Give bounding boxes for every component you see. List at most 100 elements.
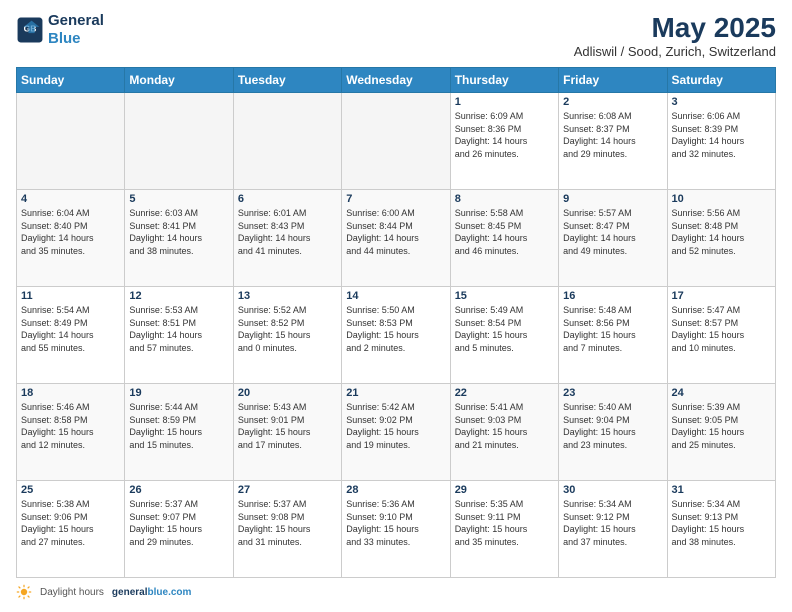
day-info: Sunrise: 5:58 AM Sunset: 8:45 PM Dayligh…: [455, 207, 554, 257]
day-info: Sunrise: 6:08 AM Sunset: 8:37 PM Dayligh…: [563, 110, 662, 160]
day-number: 6: [238, 193, 337, 205]
day-cell: 13Sunrise: 5:52 AM Sunset: 8:52 PM Dayli…: [233, 287, 341, 384]
day-number: 26: [129, 484, 228, 496]
sun-icon: [16, 584, 32, 600]
day-number: 29: [455, 484, 554, 496]
day-info: Sunrise: 5:37 AM Sunset: 9:08 PM Dayligh…: [238, 498, 337, 548]
week-row-4: 18 Sunrise: 5:46 AM Sunset: 8:58 PM Dayli…: [17, 384, 776, 481]
col-header-tuesday: Tuesday: [233, 68, 341, 93]
day-info: Sunrise: 5:42 AM Sunset: 9:02 PM Dayligh…: [346, 401, 445, 451]
day-number: 20: [238, 387, 337, 399]
logo: GB General Blue: [16, 12, 104, 48]
day-cell: 21 Sunrise: 5:42 AM Sunset: 9:02 PM Dayli…: [342, 384, 450, 481]
day-info: Sunrise: 5:46 AM Sunset: 8:58 PM Dayligh…: [21, 401, 120, 451]
day-number: 2: [563, 96, 662, 108]
day-cell: 3Sunrise: 6:06 AM Sunset: 8:39 PM Daylig…: [667, 93, 775, 190]
day-info: Sunrise: 5:56 AM Sunset: 8:48 PM Dayligh…: [672, 207, 771, 257]
day-info: Sunrise: 5:36 AM Sunset: 9:10 PM Dayligh…: [346, 498, 445, 548]
day-number: 16: [563, 290, 662, 302]
week-row-2: 4Sunrise: 6:04 AM Sunset: 8:40 PM Daylig…: [17, 190, 776, 287]
day-info: Sunrise: 5:57 AM Sunset: 8:47 PM Dayligh…: [563, 207, 662, 257]
title-block: May 2025 Adliswil / Sood, Zurich, Switze…: [574, 12, 776, 59]
day-cell: [342, 93, 450, 190]
day-info: Sunrise: 5:34 AM Sunset: 9:13 PM Dayligh…: [672, 498, 771, 548]
day-cell: 17 Sunrise: 5:47 AM Sunset: 8:57 PM Dayli…: [667, 287, 775, 384]
day-number: 17: [672, 290, 771, 302]
day-info: Sunrise: 6:01 AM Sunset: 8:43 PM Dayligh…: [238, 207, 337, 257]
day-info: Sunrise: 5:44 AM Sunset: 8:59 PM Dayligh…: [129, 401, 228, 451]
col-header-thursday: Thursday: [450, 68, 558, 93]
day-number: 31: [672, 484, 771, 496]
day-info: Sunrise: 5:50 AM Sunset: 8:53 PM Dayligh…: [346, 304, 445, 354]
day-number: 23: [563, 387, 662, 399]
day-number: 10: [672, 193, 771, 205]
location-subtitle: Adliswil / Sood, Zurich, Switzerland: [574, 44, 776, 59]
day-cell: 10 Sunrise: 5:56 AM Sunset: 8:48 PM Dayli…: [667, 190, 775, 287]
day-cell: 23 Sunrise: 5:40 AM Sunset: 9:04 PM Dayli…: [559, 384, 667, 481]
day-cell: 5 Sunrise: 6:03 AM Sunset: 8:41 PM Daylig…: [125, 190, 233, 287]
day-number: 8: [455, 193, 554, 205]
day-cell: 29Sunrise: 5:35 AM Sunset: 9:11 PM Dayli…: [450, 481, 558, 578]
day-info: Sunrise: 6:03 AM Sunset: 8:41 PM Dayligh…: [129, 207, 228, 257]
day-cell: 27Sunrise: 5:37 AM Sunset: 9:08 PM Dayli…: [233, 481, 341, 578]
day-cell: 20 Sunrise: 5:43 AM Sunset: 9:01 PM Dayli…: [233, 384, 341, 481]
day-info: Sunrise: 5:38 AM Sunset: 9:06 PM Dayligh…: [21, 498, 120, 548]
day-cell: 9 Sunrise: 5:57 AM Sunset: 8:47 PM Daylig…: [559, 190, 667, 287]
day-number: 5: [129, 193, 228, 205]
week-row-1: 1Sunrise: 6:09 AM Sunset: 8:36 PM Daylig…: [17, 93, 776, 190]
day-cell: 31 Sunrise: 5:34 AM Sunset: 9:13 PM Dayli…: [667, 481, 775, 578]
day-number: 15: [455, 290, 554, 302]
day-cell: 12 Sunrise: 5:53 AM Sunset: 8:51 PM Dayli…: [125, 287, 233, 384]
day-number: 28: [346, 484, 445, 496]
day-info: Sunrise: 6:00 AM Sunset: 8:44 PM Dayligh…: [346, 207, 445, 257]
logo-icon: GB: [16, 16, 44, 44]
day-info: Sunrise: 5:49 AM Sunset: 8:54 PM Dayligh…: [455, 304, 554, 354]
day-number: 25: [21, 484, 120, 496]
day-cell: 4Sunrise: 6:04 AM Sunset: 8:40 PM Daylig…: [17, 190, 125, 287]
day-cell: 28 Sunrise: 5:36 AM Sunset: 9:10 PM Dayli…: [342, 481, 450, 578]
calendar-header: SundayMondayTuesdayWednesdayThursdayFrid…: [17, 68, 776, 93]
day-number: 19: [129, 387, 228, 399]
day-cell: 2 Sunrise: 6:08 AM Sunset: 8:37 PM Daylig…: [559, 93, 667, 190]
footer: Daylight hours generalblue.com: [16, 584, 776, 600]
col-header-saturday: Saturday: [667, 68, 775, 93]
day-info: Sunrise: 5:43 AM Sunset: 9:01 PM Dayligh…: [238, 401, 337, 451]
day-info: Sunrise: 5:40 AM Sunset: 9:04 PM Dayligh…: [563, 401, 662, 451]
day-number: 7: [346, 193, 445, 205]
day-cell: 11Sunrise: 5:54 AM Sunset: 8:49 PM Dayli…: [17, 287, 125, 384]
day-info: Sunrise: 5:34 AM Sunset: 9:12 PM Dayligh…: [563, 498, 662, 548]
day-number: 14: [346, 290, 445, 302]
day-cell: 16 Sunrise: 5:48 AM Sunset: 8:56 PM Dayli…: [559, 287, 667, 384]
day-cell: [125, 93, 233, 190]
day-cell: 7 Sunrise: 6:00 AM Sunset: 8:44 PM Daylig…: [342, 190, 450, 287]
col-header-wednesday: Wednesday: [342, 68, 450, 93]
day-number: 13: [238, 290, 337, 302]
day-info: Sunrise: 6:06 AM Sunset: 8:39 PM Dayligh…: [672, 110, 771, 160]
day-cell: 1Sunrise: 6:09 AM Sunset: 8:36 PM Daylig…: [450, 93, 558, 190]
logo-text: General Blue: [48, 12, 104, 48]
day-cell: 22Sunrise: 5:41 AM Sunset: 9:03 PM Dayli…: [450, 384, 558, 481]
day-number: 21: [346, 387, 445, 399]
day-number: 12: [129, 290, 228, 302]
month-title: May 2025: [574, 12, 776, 44]
day-info: Sunrise: 5:48 AM Sunset: 8:56 PM Dayligh…: [563, 304, 662, 354]
calendar-table: SundayMondayTuesdayWednesdayThursdayFrid…: [16, 67, 776, 578]
col-header-monday: Monday: [125, 68, 233, 93]
day-cell: 24Sunrise: 5:39 AM Sunset: 9:05 PM Dayli…: [667, 384, 775, 481]
day-cell: 14 Sunrise: 5:50 AM Sunset: 8:53 PM Dayli…: [342, 287, 450, 384]
day-info: Sunrise: 5:47 AM Sunset: 8:57 PM Dayligh…: [672, 304, 771, 354]
page: GB General Blue May 2025 Adliswil / Sood…: [0, 0, 792, 612]
day-cell: 30Sunrise: 5:34 AM Sunset: 9:12 PM Dayli…: [559, 481, 667, 578]
day-cell: 18 Sunrise: 5:46 AM Sunset: 8:58 PM Dayli…: [17, 384, 125, 481]
day-number: 24: [672, 387, 771, 399]
header: GB General Blue May 2025 Adliswil / Sood…: [16, 12, 776, 59]
day-info: Sunrise: 5:53 AM Sunset: 8:51 PM Dayligh…: [129, 304, 228, 354]
day-number: 18: [21, 387, 120, 399]
day-number: 9: [563, 193, 662, 205]
week-row-5: 25 Sunrise: 5:38 AM Sunset: 9:06 PM Dayli…: [17, 481, 776, 578]
day-cell: 8 Sunrise: 5:58 AM Sunset: 8:45 PM Daylig…: [450, 190, 558, 287]
day-cell: 6 Sunrise: 6:01 AM Sunset: 8:43 PM Daylig…: [233, 190, 341, 287]
header-row: SundayMondayTuesdayWednesdayThursdayFrid…: [17, 68, 776, 93]
day-cell: [233, 93, 341, 190]
week-row-3: 11Sunrise: 5:54 AM Sunset: 8:49 PM Dayli…: [17, 287, 776, 384]
